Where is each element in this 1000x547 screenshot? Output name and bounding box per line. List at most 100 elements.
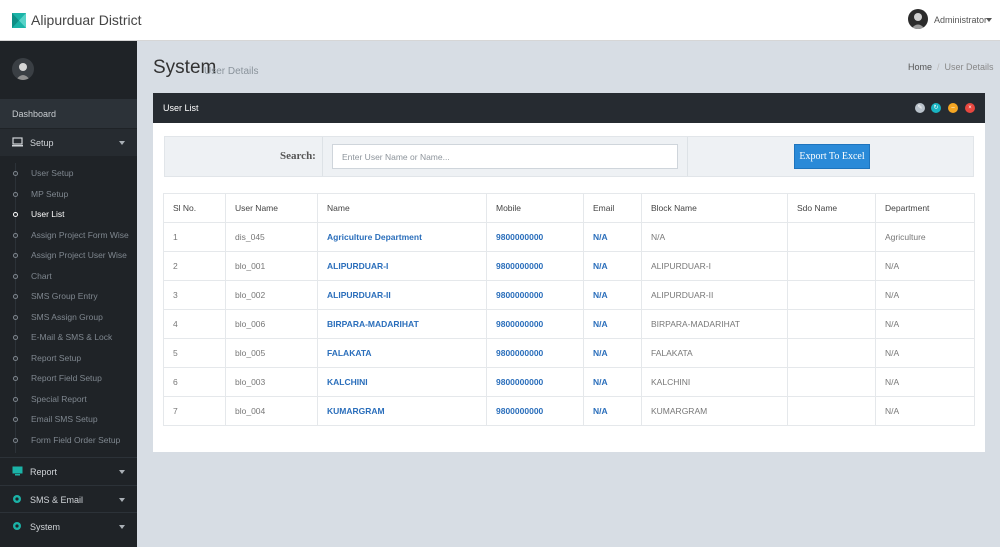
column-header[interactable]: Block Name bbox=[641, 193, 788, 223]
table-cell[interactable]: 9800000000 bbox=[486, 222, 584, 252]
monitor-icon bbox=[12, 466, 23, 476]
table-row[interactable]: 2 blo_001 ALIPURDUAR-I 9800000000 N/A ALIPURD… bbox=[163, 251, 975, 281]
table-cell: N/A bbox=[641, 222, 788, 252]
breadcrumb: Home / User Details bbox=[908, 62, 994, 72]
table-row[interactable]: 3 blo_002 ALIPURDUAR-II 9800000000 N/A ALIPUR… bbox=[163, 280, 975, 310]
table-cell[interactable]: 9800000000 bbox=[486, 309, 584, 339]
sidebar-item-chart[interactable]: Chart bbox=[0, 266, 137, 287]
column-header[interactable]: Department bbox=[875, 193, 975, 223]
table-header-row: Sl No. User Name Name Mobile Email Block… bbox=[163, 193, 975, 223]
close-icon[interactable]: × bbox=[965, 103, 975, 113]
table-cell[interactable]: 9800000000 bbox=[486, 396, 584, 426]
table-cell[interactable]: 9800000000 bbox=[486, 367, 584, 397]
search-input[interactable] bbox=[332, 144, 678, 169]
table-cell[interactable]: ALIPURDUAR-II bbox=[317, 280, 487, 310]
user-menu-name[interactable]: Administrator bbox=[934, 15, 987, 25]
column-header[interactable]: Mobile bbox=[486, 193, 584, 223]
sidebar-item-assign-project-user-wise[interactable]: Assign Project User Wise bbox=[0, 245, 137, 266]
table-cell[interactable]: 9800000000 bbox=[486, 251, 584, 281]
sidebar-sms-email-label: SMS & Email bbox=[30, 495, 84, 505]
table-row[interactable]: 4 blo_006 BIRPARA-MADARIHAT 9800000000 N/A BI… bbox=[163, 309, 975, 339]
column-header[interactable]: Sdo Name bbox=[787, 193, 876, 223]
sidebar-item-form-field-order-setup[interactable]: Form Field Order Setup bbox=[0, 430, 137, 451]
bullet-icon bbox=[13, 437, 18, 443]
sidebar-item-sms-assign-group[interactable]: SMS Assign Group bbox=[0, 307, 137, 328]
top-bar: Alipurduar District Administrator bbox=[0, 0, 1000, 41]
refresh-icon[interactable]: ↻ bbox=[931, 103, 941, 113]
table-cell: 3 bbox=[163, 280, 226, 310]
column-header[interactable]: User Name bbox=[225, 193, 318, 223]
table-cell[interactable]: KALCHINI bbox=[317, 367, 487, 397]
breadcrumb-current: User Details bbox=[944, 62, 994, 72]
bullet-icon bbox=[13, 273, 18, 279]
search-bar: Search: Export To Excel bbox=[164, 136, 974, 177]
sidebar-item-user-setup[interactable]: User Setup bbox=[0, 163, 137, 184]
table-cell: N/A bbox=[583, 251, 642, 281]
sidebar-item-email-sms-setup[interactable]: Email SMS Setup bbox=[0, 409, 137, 430]
bullet-icon bbox=[13, 212, 18, 217]
sidebar-system-label: System bbox=[30, 522, 61, 532]
table-cell: KUMARGRAM bbox=[641, 396, 788, 426]
sidebar-item-sms-email[interactable]: SMS & Email bbox=[0, 485, 137, 512]
bullet-icon bbox=[13, 376, 18, 381]
bullet-icon bbox=[13, 191, 18, 197]
export-to-excel-button[interactable]: Export To Excel bbox=[794, 144, 870, 169]
page-subtitle: User Details bbox=[204, 66, 259, 77]
table-row[interactable]: 6 blo_003 KALCHINI 9800000000 N/A KALCHINI N/A bbox=[163, 367, 975, 397]
breadcrumb-home[interactable]: Home bbox=[908, 62, 932, 72]
sidebar-item-sms-group-entry[interactable]: SMS Group Entry bbox=[0, 286, 137, 307]
table-cell: BIRPARA-MADARIHAT bbox=[641, 309, 788, 339]
column-header[interactable]: Sl No. bbox=[163, 193, 226, 223]
column-header[interactable]: Name bbox=[317, 193, 487, 223]
bullet-icon bbox=[13, 314, 18, 320]
table-cell[interactable]: ALIPURDUAR-I bbox=[317, 251, 487, 281]
sidebar-item-special-report[interactable]: Special Report bbox=[0, 389, 137, 410]
table-cell: 4 bbox=[163, 309, 226, 339]
column-header[interactable]: Email bbox=[583, 193, 642, 223]
table-cell: dis_045 bbox=[225, 222, 318, 252]
sidebar-item-report[interactable]: Report bbox=[0, 457, 137, 484]
user-avatar[interactable] bbox=[908, 9, 928, 29]
bullet-icon bbox=[13, 294, 18, 299]
table-row[interactable]: 5 blo_005 FALAKATA 9800000000 N/A FALAKATA N/A bbox=[163, 338, 975, 368]
table-cell: N/A bbox=[875, 251, 975, 281]
sidebar-setup-label: Setup bbox=[30, 138, 54, 148]
sidebar-avatar bbox=[12, 58, 34, 80]
sidebar-item-dashboard[interactable]: Dashboard bbox=[0, 99, 137, 128]
user-list-panel: User List ✎ ↻ – × Search: Export To Exce… bbox=[153, 93, 985, 452]
chevron-down-icon bbox=[119, 498, 125, 502]
table-cell: 6 bbox=[163, 367, 226, 397]
search-label: Search: bbox=[280, 150, 316, 162]
table-cell[interactable]: BIRPARA-MADARIHAT bbox=[317, 309, 487, 339]
table-cell: 7 bbox=[163, 396, 226, 426]
minimize-icon[interactable]: – bbox=[948, 103, 958, 113]
edit-icon[interactable]: ✎ bbox=[915, 103, 925, 113]
table-cell bbox=[787, 338, 876, 368]
table-cell: N/A bbox=[583, 222, 642, 252]
chevron-down-icon bbox=[119, 525, 125, 529]
sidebar-item-mp-setup[interactable]: MP Setup bbox=[0, 184, 137, 205]
table-cell[interactable]: FALAKATA bbox=[317, 338, 487, 368]
sidebar-item-assign-project-form-wise[interactable]: Assign Project Form Wise bbox=[0, 225, 137, 246]
table-cell[interactable]: Agriculture Department bbox=[317, 222, 487, 252]
chevron-down-icon[interactable] bbox=[986, 18, 992, 22]
gear-icon bbox=[13, 495, 21, 503]
table-cell: FALAKATA bbox=[641, 338, 788, 368]
table-cell[interactable]: KUMARGRAM bbox=[317, 396, 487, 426]
table-cell[interactable]: 9800000000 bbox=[486, 338, 584, 368]
table-cell: N/A bbox=[875, 309, 975, 339]
bullet-icon bbox=[13, 232, 18, 238]
sidebar-item-user-list[interactable]: User List bbox=[0, 204, 137, 225]
table-cell: blo_001 bbox=[225, 251, 318, 281]
panel-title: User List bbox=[163, 103, 199, 113]
sidebar-item-setup[interactable]: Setup bbox=[0, 129, 137, 156]
sidebar-item-report-setup[interactable]: Report Setup bbox=[0, 348, 137, 369]
table-cell: blo_004 bbox=[225, 396, 318, 426]
table-row[interactable]: 1 dis_045 Agriculture Department 9800000000… bbox=[163, 222, 975, 252]
table-cell[interactable]: 9800000000 bbox=[486, 280, 584, 310]
sidebar-item-email-sms-lock[interactable]: E-Mail & SMS & Lock bbox=[0, 327, 137, 348]
table-cell bbox=[787, 367, 876, 397]
sidebar-item-report-field-setup[interactable]: Report Field Setup bbox=[0, 368, 137, 389]
table-row[interactable]: 7 blo_004 KUMARGRAM 9800000000 N/A KUMARGRAM N… bbox=[163, 396, 975, 426]
sidebar-item-system[interactable]: System bbox=[0, 512, 137, 539]
